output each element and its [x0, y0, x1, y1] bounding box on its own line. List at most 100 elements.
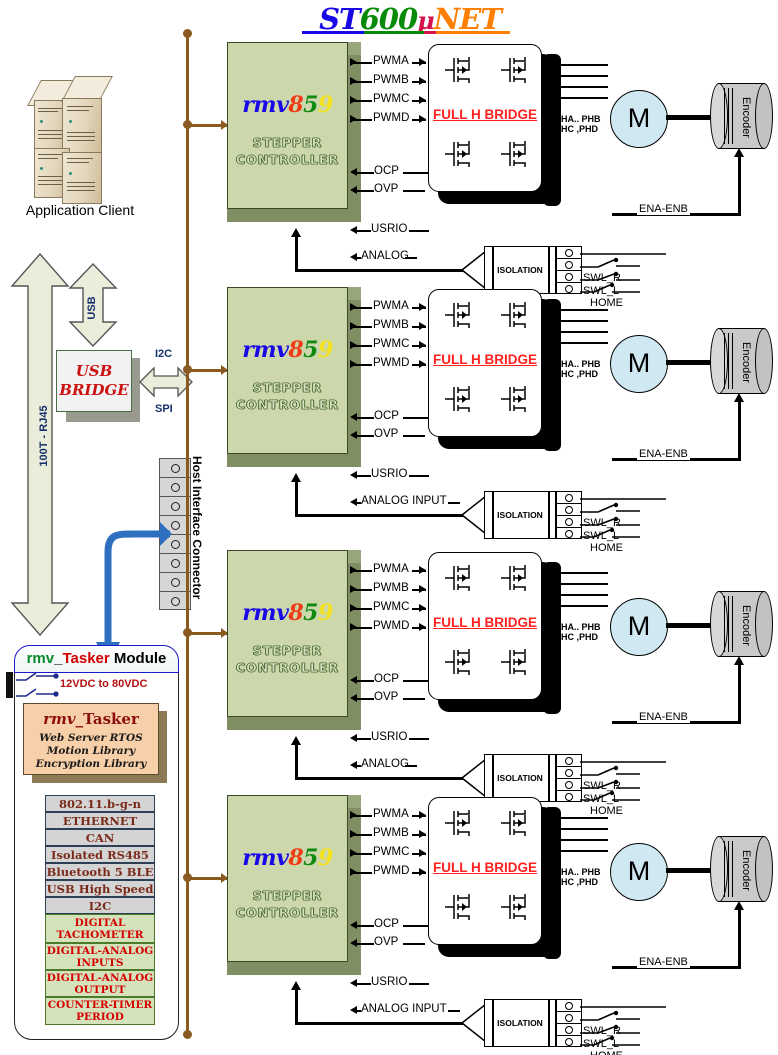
- phase-wire-1: [556, 828, 608, 830]
- phase-wire-3: [556, 850, 608, 852]
- switch-terminal-strip-4[interactable]: [556, 999, 582, 1047]
- terminal-pin-0[interactable]: [557, 755, 581, 767]
- axis-panel-4: rmv859 STEPPER CONTROLLER PWMA PWMB PWMC PWMD O…: [0, 793, 778, 1055]
- switch-label-swl-l: SWL_L: [583, 1038, 620, 1050]
- fault-line-a-0: [357, 172, 374, 174]
- usrio-line-b: [409, 475, 429, 477]
- isolation-block-4[interactable]: ISOLATION: [484, 999, 556, 1047]
- mosfet-q3: [443, 647, 477, 677]
- usrio-line-a: [357, 738, 371, 740]
- phase-wire-3: [556, 605, 608, 607]
- controller-subtitle-4: STEPPER CONTROLLER: [227, 887, 348, 921]
- controller-subtitle-line1: STEPPER: [252, 888, 323, 904]
- analog-arrow: [350, 253, 357, 261]
- encoder-2[interactable]: Encoder: [710, 328, 773, 394]
- h-bridge-3[interactable]: FULL H BRIDGE: [428, 552, 542, 700]
- encoder-rib-3: [732, 596, 734, 652]
- logo-5: 5: [303, 92, 318, 118]
- isolation-inner-divider-2: [548, 491, 550, 539]
- isolation-inner-divider-1: [492, 491, 494, 539]
- terminal-pin-0[interactable]: [557, 1000, 581, 1012]
- terminal-pin-1[interactable]: [557, 767, 581, 779]
- analog-line-b: [405, 765, 418, 767]
- fault-pin-label-0: OCP: [374, 918, 399, 930]
- isolation-feedback-vertical: [295, 481, 298, 517]
- terminal-pin-1[interactable]: [557, 504, 581, 516]
- axis-panel-3: rmv859 STEPPER CONTROLLER PWMA PWMB PWMC PWMD O…: [0, 548, 778, 817]
- fault-pin-label-1: OVP: [374, 936, 399, 948]
- phase-wire-2: [556, 594, 608, 596]
- mosfet-q4: [499, 647, 533, 677]
- logo-8: 8: [288, 845, 304, 871]
- encoder-3[interactable]: Encoder: [710, 591, 773, 657]
- pwm-arrow-out-3: [419, 868, 426, 876]
- pwm-arrow-out-0: [419, 811, 426, 819]
- isolation-feedback-vertical: [295, 236, 298, 272]
- motor-label: M: [627, 611, 651, 641]
- isolation-feedback-horizontal: [295, 269, 475, 272]
- fault-pin-label-1: OVP: [374, 183, 399, 195]
- usrio-line-a: [357, 475, 371, 477]
- logo-5: 5: [303, 845, 318, 871]
- rmv859-logo-2: rmv859: [227, 337, 348, 363]
- encoder-rib-1: [724, 333, 726, 389]
- fault-line-a-1: [357, 698, 374, 700]
- motor-4[interactable]: M: [610, 843, 668, 901]
- switch-terminal-strip-2[interactable]: [556, 491, 582, 539]
- analog-pin-label: ANALOG: [361, 758, 409, 770]
- motor-1[interactable]: M: [610, 90, 668, 148]
- axis-panel-1: rmv859 STEPPER CONTROLLER PWMA PWMB PWMC PWMD O…: [0, 40, 778, 309]
- mosfet-q3: [443, 384, 477, 414]
- isolation-label: ISOLATION: [497, 510, 543, 520]
- terminal-pin-0[interactable]: [557, 492, 581, 504]
- controller-face: [227, 42, 348, 209]
- stepper-controller-4[interactable]: rmv859 STEPPER CONTROLLER: [227, 795, 361, 975]
- terminal-pin-3[interactable]: [557, 528, 581, 540]
- terminal-pin-0[interactable]: [557, 247, 581, 259]
- phase-wire-2: [556, 839, 608, 841]
- terminal-pin-2[interactable]: [557, 516, 581, 528]
- logo-8: 8: [288, 337, 304, 363]
- isolation-block-2[interactable]: ISOLATION: [484, 491, 556, 539]
- terminal-pin-1[interactable]: [557, 259, 581, 271]
- usrio-arrow: [350, 734, 357, 742]
- pwm-arrow-out-1: [419, 322, 426, 330]
- mosfet-q3: [443, 139, 477, 169]
- pwm-arrow-out-0: [419, 303, 426, 311]
- motor-3[interactable]: M: [610, 598, 668, 656]
- pwm-arrow-out-2: [419, 96, 426, 104]
- usrio-pin-label: USRIO: [371, 976, 408, 988]
- encoder-rib-3: [732, 88, 734, 144]
- terminal-pin-2[interactable]: [557, 779, 581, 791]
- mosfet-q1: [443, 563, 477, 593]
- ena-enb-label: ENA-ENB: [637, 203, 690, 215]
- encoder-4[interactable]: Encoder: [710, 836, 773, 902]
- logo-5: 5: [303, 600, 318, 626]
- terminal-pin-2[interactable]: [557, 271, 581, 283]
- terminal-pin-2[interactable]: [557, 1024, 581, 1036]
- phase-label-line1: PHA.. PHB: [555, 867, 601, 877]
- stepper-controller-3[interactable]: rmv859 STEPPER CONTROLLER: [227, 550, 361, 730]
- terminal-pin-hole: [565, 505, 573, 514]
- pwm-arrow-in-1: [350, 322, 357, 330]
- encoder-rib-3: [732, 841, 734, 897]
- usrio-line-a: [357, 230, 371, 232]
- terminal-pin-3[interactable]: [557, 1036, 581, 1048]
- h-bridge-label: FULL H BRIDGE: [433, 615, 537, 630]
- stepper-controller-1[interactable]: rmv859 STEPPER CONTROLLER: [227, 42, 361, 222]
- h-bridge-2[interactable]: FULL H BRIDGE: [428, 289, 542, 437]
- controller-subtitle-line1: STEPPER: [252, 380, 323, 396]
- h-bridge-1[interactable]: FULL H BRIDGE: [428, 44, 542, 192]
- terminal-pin-hole: [565, 1038, 573, 1046]
- stepper-controller-2[interactable]: rmv859 STEPPER CONTROLLER: [227, 287, 361, 467]
- terminal-pin-1[interactable]: [557, 1012, 581, 1024]
- encoder-1[interactable]: Encoder: [710, 83, 773, 149]
- h-bridge-4[interactable]: FULL H BRIDGE: [428, 797, 542, 945]
- fault-line-b-0: [403, 680, 431, 682]
- encoder-rib-1: [724, 88, 726, 144]
- controller-subtitle-line1: STEPPER: [252, 643, 323, 659]
- terminal-pin-hole: [565, 756, 573, 765]
- encoder-rib-2: [728, 333, 730, 389]
- isolation-label: ISOLATION: [497, 1018, 543, 1028]
- motor-2[interactable]: M: [610, 335, 668, 393]
